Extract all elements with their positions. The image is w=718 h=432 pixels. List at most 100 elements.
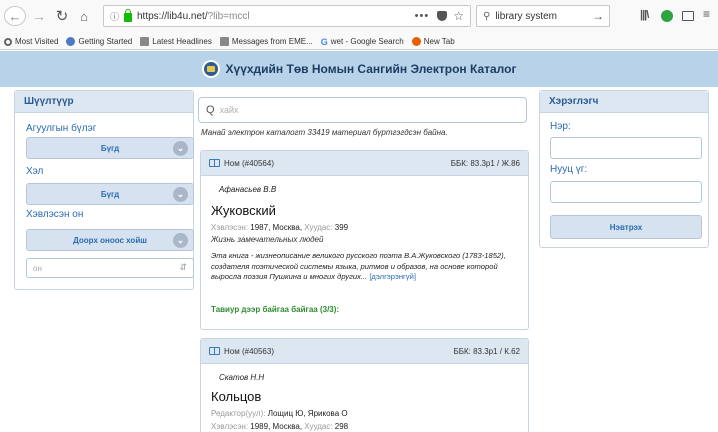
published-value: 1987, Москва, xyxy=(250,223,303,232)
year-mode-select[interactable]: Доорх оноос хойш ⌄ xyxy=(26,229,194,251)
record-type: Ном xyxy=(224,346,240,356)
user-panel: Хэрэглэгч Нэр: Нууц үг: Нэвтрэх xyxy=(539,90,709,248)
globe-icon xyxy=(66,37,76,46)
spinner-icon[interactable]: ⇵ xyxy=(179,262,187,273)
bookmark-label: wet - Google Search xyxy=(330,37,404,46)
record-card: Ном (#40563) ББК: 83.3р1 / К.62 Скатов Н… xyxy=(200,338,529,432)
url-text[interactable]: https://lib4u.net/?lib=mccl xyxy=(137,11,250,22)
browser-search-value: library system xyxy=(495,10,558,22)
record-editors: Редактор(уул): Лощиц Ю, Ярикова О xyxy=(211,409,348,418)
record-publication: Хэвлэсэн: 1987, Москва, Хуудас: 399 xyxy=(211,223,348,232)
reload-icon: ↻ xyxy=(55,8,69,25)
filter-label-language: Хэл xyxy=(26,166,44,177)
pages-value: 399 xyxy=(334,223,349,232)
record-type: Ном xyxy=(224,158,240,168)
library-logo-icon[interactable] xyxy=(201,60,220,78)
bookmark-label: Latest Headlines xyxy=(152,37,212,46)
published-value: 1989, Москва, xyxy=(250,422,303,431)
browser-search-box[interactable]: ⚲ library system → xyxy=(476,5,610,27)
filters-panel: Шүүлтүүр Агуулгын бүлэг Бүгд ⌄ Хэл Бүгд … xyxy=(14,90,194,290)
book-icon xyxy=(209,159,220,167)
url-path: ?lib=mccl xyxy=(207,10,250,22)
record-bbk: ББК: 83.3р1 / Ж.86 xyxy=(450,158,520,168)
catalog-search-input[interactable]: Q хайх xyxy=(198,97,527,123)
password-field[interactable] xyxy=(550,181,702,203)
pocket-icon[interactable] xyxy=(437,11,448,21)
chevron-down-icon: ⌄ xyxy=(173,233,188,248)
record-header: Ном (#40563) ББК: 83.3р1 / К.62 xyxy=(201,339,528,364)
user-panel-title: Хэрэглэгч xyxy=(540,91,708,113)
editor-label: Редактор(уул): xyxy=(211,409,266,418)
pages-label: Хуудас: xyxy=(304,422,333,431)
year-input-placeholder: он xyxy=(33,263,42,273)
record-author[interactable]: Скатов Н.Н xyxy=(219,373,264,382)
lock-icon[interactable] xyxy=(124,8,132,22)
book-icon xyxy=(209,347,220,355)
back-button[interactable]: ← xyxy=(4,6,26,26)
arrow-right-icon: → xyxy=(32,8,46,24)
more-link[interactable]: [дэлгэрэнгүй] xyxy=(369,272,416,281)
address-bar[interactable]: ⓘ https://lib4u.net/?lib=mccl ••• ☆ xyxy=(103,5,471,27)
year-mode-select-value: Доорх оноос хойш xyxy=(73,235,147,245)
search-icon: ⚲ xyxy=(483,10,491,22)
shelf-availability[interactable]: Тавиур дээр байгаа байгаа (3/3): xyxy=(211,305,339,314)
url-host: https://lib4u.net/ xyxy=(137,10,208,22)
search-go-icon[interactable]: → xyxy=(592,9,604,23)
filter-label-year: Хэвлэсэн он xyxy=(26,209,84,220)
search-icon: Q xyxy=(206,104,215,116)
catalog-count-text: Манай электрон каталогт 33419 материал б… xyxy=(201,128,448,137)
gear-icon xyxy=(4,37,12,46)
info-icon[interactable]: ⓘ xyxy=(110,10,124,23)
category-select-value: Бүгд xyxy=(100,143,120,153)
record-title[interactable]: Жуковский xyxy=(211,203,276,218)
editor-value: Лощиц Ю, Ярикова О xyxy=(267,409,348,418)
firefox-icon xyxy=(411,37,421,46)
library-icon[interactable]: |||\ xyxy=(640,9,649,21)
bookmark-label: Getting Started xyxy=(78,37,133,46)
sidebar-icon[interactable] xyxy=(682,11,694,21)
language-select[interactable]: Бүгд ⌄ xyxy=(26,183,194,205)
rss-icon xyxy=(140,37,150,46)
pages-label: Хуудас: xyxy=(304,223,333,232)
extension-icon[interactable] xyxy=(661,10,673,22)
bookmark-google-search[interactable]: Gwet - Google Search xyxy=(321,37,404,47)
reload-button[interactable]: ↻ xyxy=(54,6,70,26)
description-text: Эта книга - жизнеописание великого русск… xyxy=(211,251,506,282)
forward-button[interactable]: → xyxy=(31,6,47,26)
category-select[interactable]: Бүгд ⌄ xyxy=(26,137,194,159)
chevron-down-icon: ⌄ xyxy=(173,187,188,202)
published-label: Хэвлэсэн: xyxy=(211,422,249,431)
home-button[interactable]: ⌂ xyxy=(76,6,92,26)
page-title[interactable]: Хүүхдийн Төв Номын Сангийн Электрон Ката… xyxy=(226,62,517,76)
home-icon: ⌂ xyxy=(80,8,88,24)
username-field[interactable] xyxy=(550,137,702,159)
bookmark-getting-started[interactable]: Getting Started xyxy=(66,37,132,46)
bookmark-messages[interactable]: Messages from EME... xyxy=(219,37,313,46)
search-placeholder: хайх xyxy=(219,105,239,115)
bookmark-star-icon[interactable]: ☆ xyxy=(453,9,464,23)
record-id: (#40563) xyxy=(241,346,274,356)
login-button[interactable]: Нэвтрэх xyxy=(550,215,702,239)
bookmark-new-tab[interactable]: New Tab xyxy=(411,37,455,46)
site-header: Хүүхдийн Төв Номын Сангийн Электрон Ката… xyxy=(0,51,718,87)
page-actions-icon[interactable]: ••• xyxy=(415,10,430,22)
record-series: Жизнь замечательных людей xyxy=(211,235,324,244)
record-title[interactable]: Кольцов xyxy=(211,389,261,404)
record-header: Ном (#40564) ББК: 83.3р1 / Ж.86 xyxy=(201,151,528,176)
published-label: Хэвлэсэн: xyxy=(211,223,249,232)
record-author[interactable]: Афанасьев В.В xyxy=(219,185,276,194)
password-label: Нууц үг: xyxy=(550,164,588,175)
bookmark-most-visited[interactable]: Most Visited xyxy=(4,37,58,46)
year-input[interactable]: он ⇵ xyxy=(26,258,194,278)
arrow-left-icon: ← xyxy=(8,8,22,24)
record-id: (#40564) xyxy=(241,158,274,168)
record-publication: Хэвлэсэн: 1989, Москва, Хуудас: 298 xyxy=(211,422,348,431)
browser-toolbar: ← → ↻ ⌂ ⓘ https://lib4u.net/?lib=mccl ••… xyxy=(0,0,718,34)
record-bbk: ББК: 83.3р1 / К.62 xyxy=(453,346,520,356)
rss-icon xyxy=(219,37,229,46)
language-select-value: Бүгд xyxy=(100,189,120,199)
pages-value: 298 xyxy=(334,422,349,431)
hamburger-menu-icon[interactable]: ≡ xyxy=(703,7,710,21)
bookmark-latest-headlines[interactable]: Latest Headlines xyxy=(140,37,212,46)
username-label: Нэр: xyxy=(550,121,571,132)
